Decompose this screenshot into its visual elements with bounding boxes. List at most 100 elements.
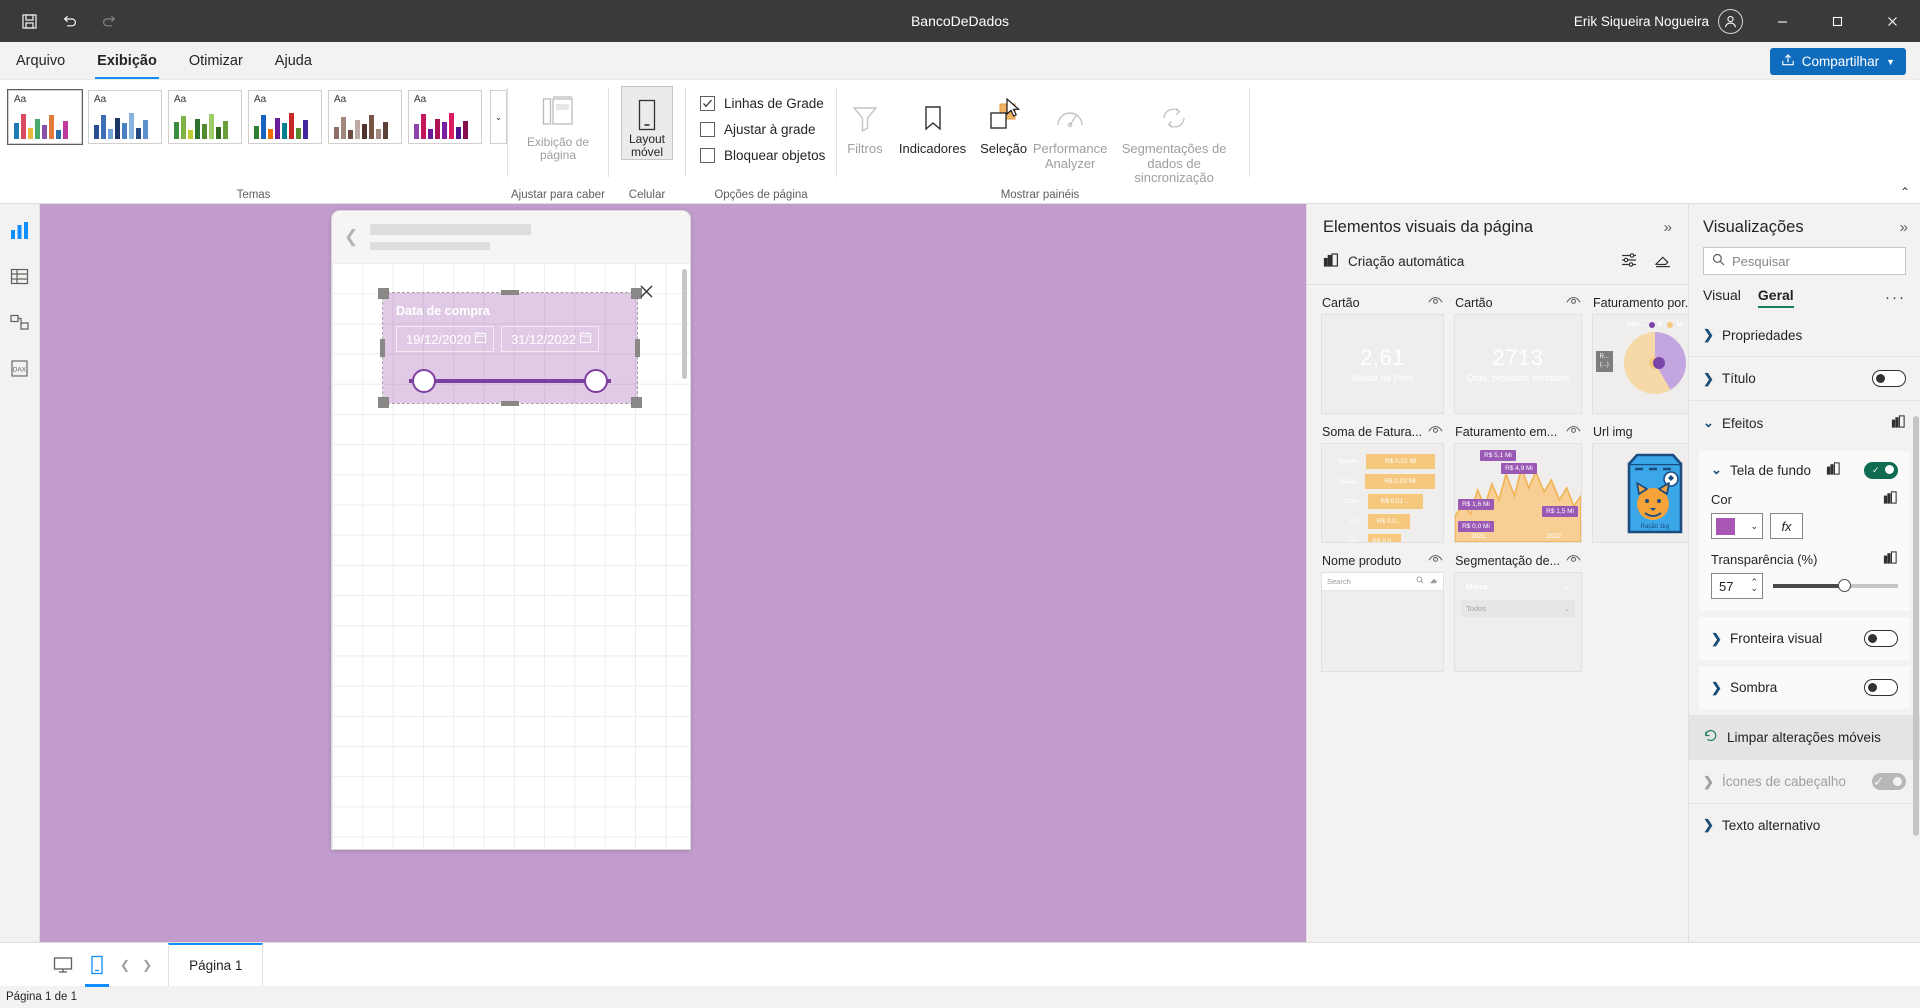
page-tab-pagina-1[interactable]: Página 1 [168, 942, 264, 987]
save-icon[interactable] [12, 6, 46, 36]
rail-item-model-view[interactable] [4, 306, 36, 338]
revert-icon[interactable] [1883, 490, 1898, 508]
rail-item-report-view[interactable] [4, 214, 36, 246]
visual-thumbnail[interactable]: 2,61 Média de Pets [1321, 314, 1445, 414]
chevron-right-double-icon[interactable]: » [1900, 219, 1908, 236]
end-date-input[interactable]: 31/12/2022 [501, 326, 599, 352]
eye-icon[interactable] [1428, 424, 1443, 439]
section-texto-alternativo[interactable]: ❯ Texto alternativo [1689, 803, 1920, 846]
format-pane-scrollbar[interactable] [1913, 416, 1919, 836]
menu-item-exibicao[interactable]: Exibição [81, 42, 173, 79]
bookmarks-pane-button[interactable]: Indicadores [892, 92, 973, 186]
visual-thumbnail[interactable]: Marca ⌄ Todos ⌄ [1454, 572, 1582, 672]
maximize-button[interactable] [1810, 0, 1865, 42]
clear-mobile-changes-button[interactable]: Limpar alterações móveis [1689, 715, 1920, 759]
checkbox-lock-objects[interactable]: Bloquear objetos [700, 148, 825, 163]
search-icon[interactable] [1416, 576, 1424, 587]
sliders-icon[interactable] [1620, 251, 1638, 272]
visual-card-cartao-1[interactable]: Cartão 2,61 Média de Pets [1321, 295, 1445, 414]
canvas-scrollbar[interactable] [682, 269, 687, 379]
background-color-picker[interactable]: ⌄ [1711, 513, 1763, 539]
calendar-icon[interactable] [579, 331, 592, 347]
slicer-value-row[interactable]: Todos ⌄ [1461, 600, 1575, 617]
theme-card[interactable]: Aa [248, 90, 322, 144]
chevron-down-icon[interactable]: ⌄ [1564, 583, 1570, 591]
resize-handle-top-left[interactable] [378, 288, 389, 299]
resize-handle-top[interactable] [501, 290, 519, 295]
eraser-icon[interactable] [1429, 576, 1438, 587]
eye-icon[interactable] [1566, 424, 1581, 439]
visual-card-cartao-2[interactable]: Cartão 2713 Qtde. produtos vendidos [1454, 295, 1582, 414]
resize-handle-bottom-left[interactable] [378, 397, 389, 408]
visual-thumbnail[interactable]: R$ 5,1 Mi R$ 4,9 Mi R$ 1,6 Mi R$ 1,5 Mi … [1454, 443, 1582, 543]
format-pane-body[interactable]: ❯ Propriedades ❯ Título ⌄ Efeitos ⌄ Tela… [1689, 308, 1920, 942]
menu-item-ajuda[interactable]: Ajuda [259, 42, 328, 79]
transparency-stepper[interactable]: 57 ⌃ ⌄ [1711, 573, 1763, 599]
slider-handle-start[interactable] [412, 369, 436, 393]
visual-thumbnail[interactable]: 2713 Qtde. produtos vendidos [1454, 314, 1582, 414]
resize-handle-left[interactable] [380, 339, 385, 357]
mobile-layout-button[interactable]: Layout móvel [621, 86, 673, 160]
undo-icon[interactable] [52, 6, 86, 36]
eraser-icon[interactable] [1654, 251, 1672, 272]
checkbox-gridlines-box[interactable] [700, 96, 715, 111]
checkbox-snap-to-grid[interactable]: Ajustar à grade [700, 122, 825, 137]
titulo-toggle[interactable] [1872, 370, 1906, 387]
chevron-right-icon[interactable]: ❯ [138, 958, 156, 972]
menu-item-otimizar[interactable]: Otimizar [173, 42, 259, 79]
theme-card[interactable]: Aa [88, 90, 162, 144]
chevron-down-icon[interactable]: ⌄ [1564, 605, 1570, 613]
eye-icon[interactable] [1428, 553, 1443, 568]
fronteira-visual-toggle[interactable] [1864, 630, 1898, 647]
theme-card[interactable]: Aa [408, 90, 482, 144]
conditional-formatting-button[interactable]: fx [1770, 513, 1803, 539]
sombra-row[interactable]: ❯ Sombra [1711, 679, 1898, 696]
visual-card-nome-produto[interactable]: Nome produto Search [1321, 553, 1445, 672]
visual-card-segmentacao-marca[interactable]: Segmentação de... Marca ⌄ Todos ⌄ [1454, 553, 1582, 672]
eye-icon[interactable] [1428, 295, 1443, 310]
rail-item-dax-query-view[interactable]: DAX [4, 352, 36, 384]
tela-de-fundo-header[interactable]: ⌄ Tela de fundo ✓ [1711, 461, 1898, 479]
avatar[interactable] [1718, 8, 1743, 34]
rail-item-table-view[interactable] [4, 260, 36, 292]
sombra-toggle[interactable] [1864, 679, 1898, 696]
section-efeitos[interactable]: ⌄ Efeitos [1689, 400, 1920, 445]
share-button[interactable]: Compartilhar ▼ [1769, 48, 1906, 75]
start-date-input[interactable]: 19/12/2020 [396, 326, 494, 352]
section-titulo[interactable]: ❯ Título [1689, 356, 1920, 400]
checkbox-snap-to-grid-box[interactable] [700, 122, 715, 137]
chevron-right-double-icon[interactable]: » [1664, 219, 1672, 236]
visual-card-faturamento-em-tempo[interactable]: Faturamento em... R$ 5,1 Mi R$ 4,9 Mi R$… [1454, 424, 1582, 543]
desktop-view-button[interactable] [48, 950, 78, 980]
slider-handle-end[interactable] [584, 369, 608, 393]
theme-card[interactable]: Aa [328, 90, 402, 144]
user-account[interactable]: Erik Siqueira Nogueira [1574, 8, 1755, 34]
calendar-icon[interactable] [474, 331, 487, 347]
visual-thumbnail[interactable]: Itaque... R$ 0,02 Mi Guaia... R$ 0,02 Mi… [1321, 443, 1445, 543]
revert-icon[interactable] [1883, 550, 1898, 568]
theme-card[interactable]: Aa [168, 90, 242, 144]
menu-item-arquivo[interactable]: Arquivo [0, 42, 81, 79]
transparency-slider[interactable] [1773, 578, 1898, 594]
ellipsis-icon[interactable]: ··· [1885, 289, 1906, 306]
visual-thumbnail[interactable]: Search [1321, 572, 1445, 672]
eye-icon[interactable] [1566, 295, 1581, 310]
checkbox-lock-objects-box[interactable] [700, 148, 715, 163]
mobile-layout-grid[interactable]: Data de compra 19/12/2020 31/12/2022 [332, 263, 690, 849]
format-search-input[interactable]: Pesquisar [1703, 247, 1906, 275]
remove-visual-button[interactable] [638, 283, 655, 305]
auto-create-button[interactable]: Criação automática [1323, 252, 1464, 271]
resize-handle-bottom[interactable] [501, 401, 519, 406]
theme-card[interactable]: Aa [7, 89, 83, 145]
mobile-view-button[interactable] [82, 950, 112, 987]
minimize-button[interactable] [1755, 0, 1810, 42]
resize-handle-right[interactable] [635, 339, 640, 357]
visual-card-soma-faturamento[interactable]: Soma de Fatura... Itaque... R$ 0,02 Mi G… [1321, 424, 1445, 543]
search-input[interactable]: Search [1322, 573, 1444, 591]
mobile-layout-preview[interactable]: ❮ Data de compra 19/12/2020 31/12/2022 [331, 210, 691, 850]
tela-de-fundo-toggle[interactable]: ✓ [1863, 461, 1898, 479]
theme-gallery-expand-button[interactable]: ⌄ [490, 90, 507, 144]
tab-geral[interactable]: Geral [1757, 287, 1794, 308]
report-canvas[interactable]: ❮ Data de compra 19/12/2020 31/12/2022 [40, 204, 1306, 942]
revert-icon[interactable] [1891, 414, 1906, 432]
